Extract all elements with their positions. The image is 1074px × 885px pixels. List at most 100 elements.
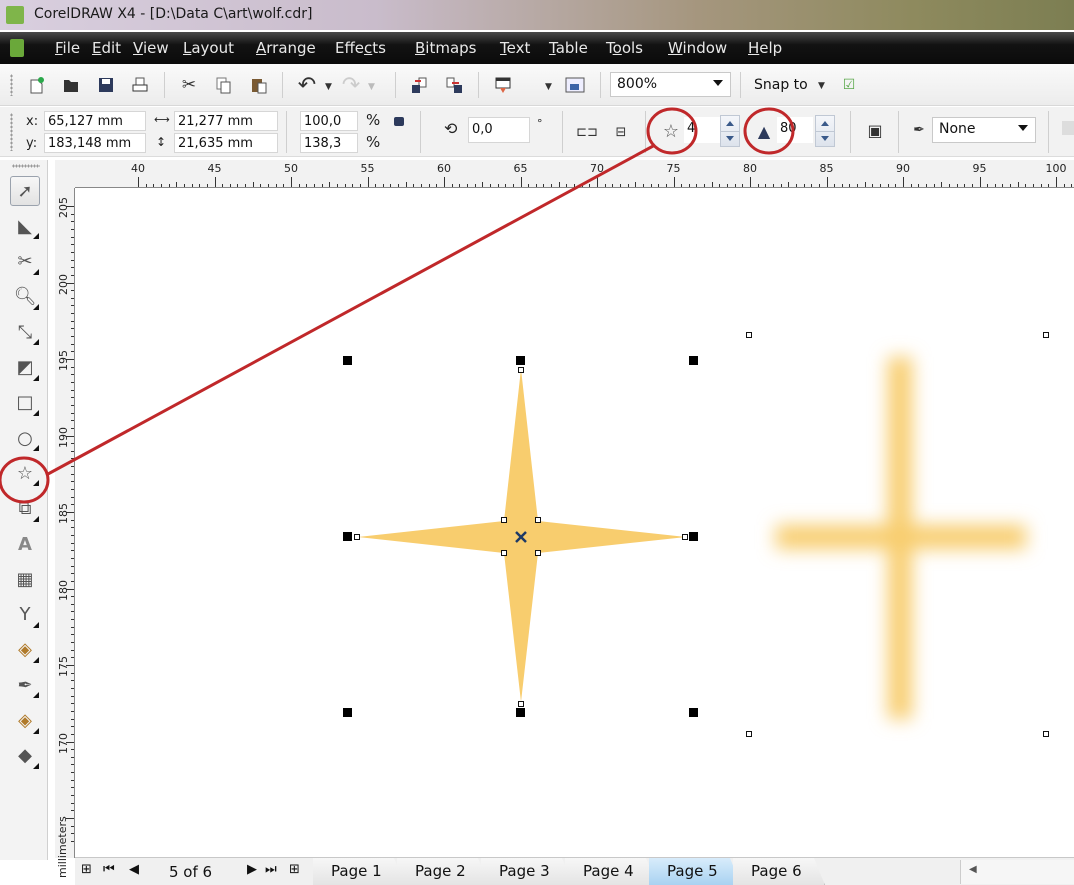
menu-window[interactable]: Window [668, 39, 727, 57]
selection-handle[interactable] [689, 708, 698, 717]
smart-fill-tool[interactable]: ◩ [10, 353, 40, 383]
add-page-after-icon[interactable]: ⊞ [289, 862, 300, 877]
selection-handle[interactable] [689, 532, 698, 541]
page-tab-2[interactable]: Page 2 [397, 858, 489, 885]
import-icon[interactable] [408, 74, 430, 96]
pick-tool[interactable]: ➚ [10, 176, 40, 206]
object-width-field[interactable]: 21,277 mm [174, 111, 278, 131]
toolbox-grip[interactable] [12, 164, 40, 168]
outline-width-combo[interactable]: None [932, 117, 1036, 143]
object-height-field[interactable]: 21,635 mm [174, 133, 278, 153]
welcome-screen-icon[interactable] [564, 74, 586, 96]
star-node[interactable] [535, 550, 541, 556]
fill-tool[interactable]: ◈ [10, 706, 40, 736]
folder-open-icon[interactable] [60, 74, 82, 96]
document-icon[interactable] [10, 39, 24, 57]
menu-effects[interactable]: Effects [335, 39, 386, 57]
menu-edit[interactable]: Edit [92, 39, 121, 57]
vertical-ruler[interactable]: 205 200 195 190 185 180 175 170 [55, 188, 75, 858]
page-tab-4[interactable]: Page 4 [565, 858, 657, 885]
previous-page-button[interactable]: ◀ [129, 862, 139, 877]
printer-icon[interactable] [129, 74, 151, 96]
ruler-origin[interactable] [55, 160, 75, 188]
freehand-tool[interactable]: ⤡ [10, 317, 40, 347]
scissors-icon[interactable]: ✂ [178, 74, 200, 96]
star-sharpness-field[interactable]: 80 [777, 117, 813, 143]
menu-arrange[interactable]: Arrange [256, 39, 316, 57]
menu-view[interactable]: View [133, 39, 169, 57]
undo-arrow-icon[interactable]: ↶ [296, 73, 318, 98]
star-node[interactable] [518, 701, 524, 707]
star-node[interactable] [518, 367, 524, 373]
mirror-horizontal-icon[interactable]: ⊏⊐ [576, 121, 598, 143]
star-points-field[interactable]: 4 [684, 117, 720, 143]
selection-handle[interactable] [343, 708, 352, 717]
snap-to-button[interactable]: Snap to [754, 77, 808, 93]
rotation-angle-field[interactable]: 0,0 [468, 117, 530, 143]
shape-tool[interactable]: ◣ [10, 211, 40, 241]
eyedropper-tool[interactable]: ◈ [10, 635, 40, 665]
rectangle-tool[interactable]: □ [10, 388, 40, 418]
toolbar-grip[interactable] [10, 113, 13, 151]
horizontal-scrollbar[interactable]: ◀ [960, 860, 1074, 884]
bitmap-corner-node[interactable] [746, 332, 752, 338]
horizontal-ruler[interactable]: 40 45 50 55 60 65 70 75 80 85 90 95 100 [75, 160, 1074, 188]
clipboard-icon[interactable] [248, 74, 270, 96]
star-sharpness-spinner[interactable] [815, 115, 835, 147]
copy-icon[interactable] [212, 74, 234, 96]
selection-handle[interactable] [343, 356, 352, 365]
wrap-text-icon[interactable]: ▣ [864, 119, 886, 141]
snap-to-dropdown-arrow[interactable]: ▼ [818, 81, 825, 91]
redo-arrow-icon[interactable]: ↷ [340, 73, 362, 98]
star-node[interactable] [501, 550, 507, 556]
export-icon[interactable] [443, 74, 465, 96]
to-front-icon[interactable] [1062, 121, 1074, 135]
scroll-left-arrow[interactable]: ◀ [969, 864, 977, 875]
launcher-dropdown-arrow[interactable]: ▼ [545, 82, 552, 92]
last-page-button[interactable]: ⏭ [265, 862, 277, 877]
undo-dropdown-arrow[interactable]: ▼ [325, 82, 332, 92]
basic-shapes-tool[interactable]: ⧉ [10, 494, 40, 524]
page-tab-1[interactable]: Page 1 [313, 858, 405, 885]
bitmap-corner-node[interactable] [1043, 332, 1049, 338]
interactive-blend-tool[interactable]: Y [10, 600, 40, 630]
table-tool[interactable]: ▦ [10, 564, 40, 594]
text-tool[interactable]: A [10, 529, 40, 559]
blurred-star-copy[interactable] [776, 357, 1026, 719]
bitmap-corner-node[interactable] [746, 731, 752, 737]
selection-handle[interactable] [343, 532, 352, 541]
redo-dropdown-arrow[interactable]: ▼ [368, 82, 375, 92]
lock-ratio-icon[interactable] [394, 117, 404, 126]
menu-help[interactable]: Help [748, 39, 782, 57]
toolbar-grip[interactable] [10, 74, 13, 96]
star-tool[interactable]: ☆ [10, 458, 40, 488]
star-node[interactable] [535, 517, 541, 523]
selection-handle[interactable] [516, 708, 525, 717]
y-position-field[interactable]: 183,148 mm [44, 133, 146, 153]
selection-handle[interactable] [516, 356, 525, 365]
star-polygon-icon[interactable]: ☆ [660, 120, 682, 142]
menu-bitmaps[interactable]: Bitmaps [415, 39, 477, 57]
first-page-button[interactable]: ⏮ [103, 862, 115, 877]
scale-y-field[interactable]: 138,3 [300, 133, 358, 153]
menu-table[interactable]: Table [549, 39, 588, 57]
checklist-options-icon[interactable]: ☑ [838, 74, 860, 96]
selection-handle[interactable] [689, 356, 698, 365]
scale-x-field[interactable]: 100,0 [300, 111, 358, 131]
add-page-before-icon[interactable]: ⊞ [81, 862, 92, 877]
ellipse-tool[interactable]: ○ [10, 423, 40, 453]
menu-text[interactable]: Text [500, 39, 530, 57]
crop-tool[interactable]: ✂ [10, 247, 40, 277]
interactive-fill-tool[interactable]: ◆ [10, 741, 40, 771]
mirror-vertical-icon[interactable]: ⊟ [610, 121, 632, 143]
star-node[interactable] [501, 517, 507, 523]
menu-file[interactable]: File [55, 39, 80, 57]
star-points-spinner[interactable] [720, 115, 740, 147]
next-page-button[interactable]: ▶ [247, 862, 257, 877]
star-node[interactable] [682, 534, 688, 540]
new-document-icon[interactable] [26, 74, 48, 96]
page-tab-3[interactable]: Page 3 [481, 858, 573, 885]
floppy-disk-icon[interactable] [95, 74, 117, 96]
zoom-tool[interactable]: 🔍︎ [10, 282, 40, 312]
star-node[interactable] [354, 534, 360, 540]
